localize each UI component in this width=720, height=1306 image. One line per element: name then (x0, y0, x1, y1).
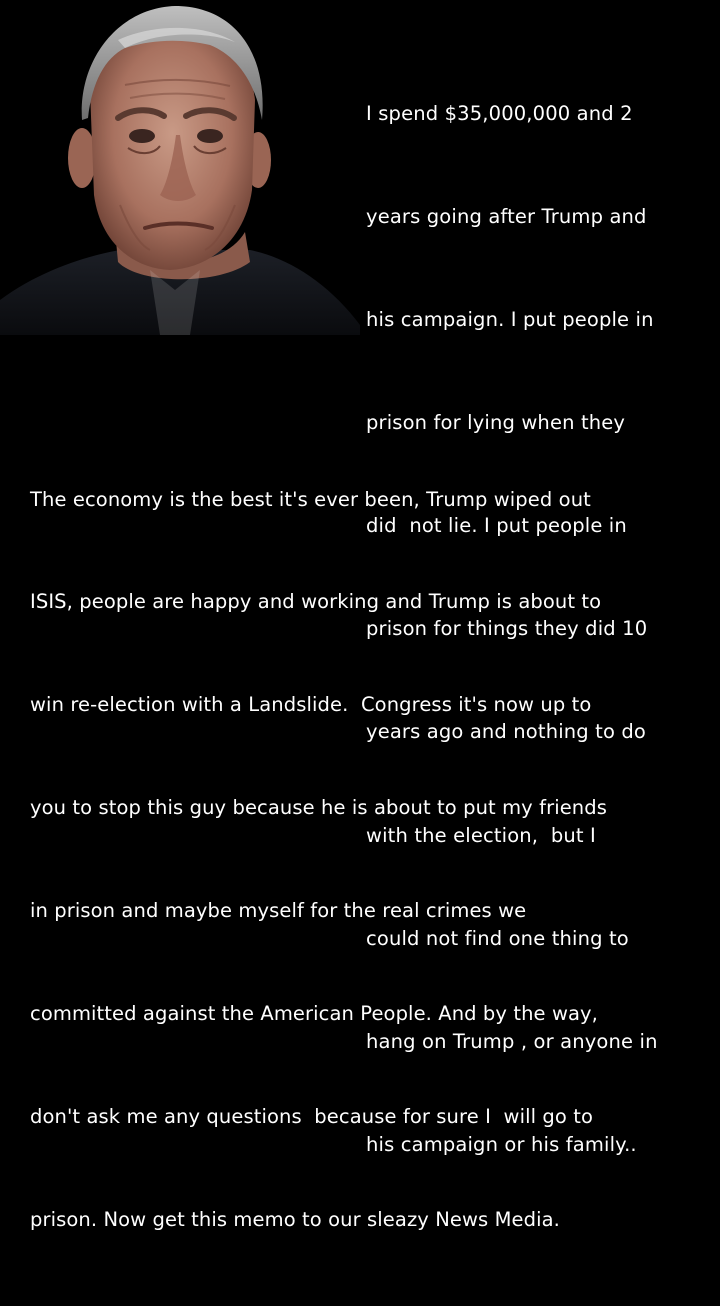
quote-line: you to stop this guy because he is about… (30, 796, 608, 820)
quote-line: prison. Now get this memo to our sleazy … (30, 1207, 560, 1231)
quote-line: his campaign. I put people in (366, 308, 654, 332)
quote-line: don't ask me any questions because for s… (30, 1104, 594, 1128)
portrait-photo (0, 0, 360, 335)
person-portrait-icon (0, 0, 360, 335)
quote-line: committed against the American People. A… (30, 1002, 598, 1026)
quote-line: The economy is the best it's ever been, … (30, 487, 591, 511)
quote-line: win re-election with a Landslide. Congre… (30, 693, 592, 717)
quote-line: ISIS, people are happy and working and T… (30, 590, 602, 614)
quote-bottom-text: The economy is the best it's ever been, … (30, 414, 710, 1306)
quote-line: years going after Trump and (366, 204, 647, 228)
quote-line: I spend $35,000,000 and 2 (366, 101, 633, 125)
quote-line: in prison and maybe myself for the real … (30, 899, 527, 923)
meme-image: I spend $35,000,000 and 2 years going af… (0, 0, 720, 1231)
